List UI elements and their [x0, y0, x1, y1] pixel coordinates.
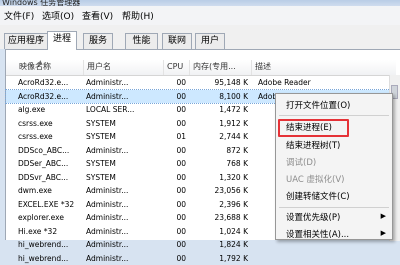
- cell-mem: 1,792 K: [190, 252, 248, 265]
- tab-applications[interactable]: 应用程序: [4, 33, 48, 49]
- cell-name: EXCEL.EXE *32: [18, 198, 84, 212]
- cell-cpu: 00: [166, 103, 186, 117]
- cell-mem: 872 K: [190, 144, 248, 158]
- cell-name: alg.exe: [18, 103, 84, 117]
- menu-item-set-priority[interactable]: 设置优先级(P): [286, 211, 340, 223]
- cell-name: hi_webrend...: [18, 252, 84, 265]
- cell-name: AcroRd32.e...: [18, 76, 84, 90]
- context-menu: 打开文件位置(O)结束进程(E)结束进程树(T)调试(D)UAC 虚拟化(V)创…: [275, 93, 393, 240]
- tab-processes[interactable]: 进程: [47, 31, 77, 50]
- cell-user: Administr...: [86, 144, 162, 158]
- cell-user: Administr...: [86, 252, 162, 265]
- menu-item-open-file-location[interactable]: 打开文件位置(O): [286, 99, 350, 111]
- tab-performance[interactable]: 性能: [125, 33, 158, 49]
- cell-user: Administr...: [86, 76, 162, 90]
- table-row[interactable]: AcroRd32.e...Administr... 00 95,148 K Adobe…: [6, 76, 396, 90]
- column-header: ▲ 映像名称 用户名 CPU 内存(专用... 描述: [6, 60, 396, 76]
- cell-cpu: 00: [166, 144, 186, 158]
- menu-view[interactable]: 查看(V): [82, 9, 113, 22]
- cell-mem: 2,744 K: [190, 130, 248, 144]
- cell-mem: 23,056 K: [190, 184, 248, 198]
- cell-cpu: 00: [166, 252, 186, 265]
- cell-cpu: 00: [166, 117, 186, 131]
- cell-user: LOCAL SER...: [86, 103, 162, 117]
- cell-mem: 95,148 K: [190, 76, 248, 90]
- menu-options[interactable]: 选项(O): [42, 9, 74, 22]
- cell-name: dwm.exe: [18, 184, 84, 198]
- cell-cpu: 00: [166, 184, 186, 198]
- cell-user: Administr...: [86, 238, 162, 252]
- cell-name: explorer.exe: [18, 211, 84, 225]
- cell-cpu: 00: [166, 211, 186, 225]
- menu-item-set-affinity[interactable]: 设置相关性(A)...: [286, 228, 349, 240]
- cell-user: Administr...: [86, 198, 162, 212]
- menu-help[interactable]: 帮助(H): [122, 9, 154, 22]
- cell-user: SYSTEM: [86, 157, 162, 171]
- sort-arrow-icon: ▲: [38, 60, 43, 70]
- cell-mem: 768 K: [190, 157, 248, 171]
- cell-cpu: 00: [166, 76, 186, 90]
- cell-mem: 8,100 K: [190, 90, 248, 104]
- cell-cpu: 00: [166, 171, 186, 185]
- table-row[interactable]: hi_webrend...Administr... 00 1,792 K: [6, 252, 396, 265]
- menu-item-debug: 调试(D): [286, 156, 316, 168]
- cell-cpu: 00: [166, 157, 186, 171]
- cell-mem: 1,024 K: [190, 225, 248, 239]
- submenu-arrow-icon: ▶: [381, 212, 386, 220]
- cell-name: DDSer_ABC...: [18, 157, 84, 171]
- menu-separator: [279, 115, 389, 116]
- cell-mem: 1,320 K: [190, 171, 248, 185]
- cell-user: Administr...: [86, 90, 162, 104]
- cell-cpu: 00: [166, 198, 186, 212]
- tab-services[interactable]: 服务: [83, 33, 113, 49]
- cell-user: Administr...: [86, 211, 162, 225]
- cell-name: csrss.exe: [18, 117, 84, 131]
- cell-user: SYSTEM: [86, 171, 162, 185]
- cell-name: csrss.exe: [18, 130, 84, 144]
- menu-item-create-dump-file[interactable]: 创建转储文件(C): [286, 190, 350, 202]
- cell-desc: [258, 238, 388, 252]
- col-username[interactable]: 用户名: [84, 60, 164, 75]
- table-row[interactable]: hi_webrend...Administr... 00 1,824 K: [6, 238, 396, 252]
- cell-mem: 2,396 K: [190, 198, 248, 212]
- col-cpu[interactable]: CPU: [164, 60, 190, 75]
- cell-cpu: 00: [166, 238, 186, 252]
- menu-separator: [279, 207, 389, 208]
- tab-users[interactable]: 用户: [195, 33, 225, 49]
- cell-user: Administr...: [86, 225, 162, 239]
- submenu-arrow-icon: ▶: [381, 229, 386, 237]
- cell-desc: [258, 252, 388, 265]
- cell-name: DDSvr_ABC...: [18, 171, 84, 185]
- menu-item-uac-virtualization: UAC 虚拟化(V): [286, 173, 344, 185]
- col-description[interactable]: 描述: [252, 60, 396, 75]
- menu-file[interactable]: 文件(F): [4, 9, 34, 22]
- cell-desc: Adobe Reader: [258, 76, 388, 90]
- col-image-name[interactable]: ▲ 映像名称: [16, 60, 84, 75]
- cell-user: SYSTEM: [86, 117, 162, 131]
- menu-bar: 文件(F) 选项(O) 查看(V) 帮助(H): [0, 6, 400, 26]
- menu-item-end-process-tree[interactable]: 结束进程树(T): [286, 139, 340, 151]
- cell-mem: 1,824 K: [190, 238, 248, 252]
- cell-cpu: 00: [166, 225, 186, 239]
- cell-cpu: 01: [166, 130, 186, 144]
- cell-user: Administr...: [86, 184, 162, 198]
- cell-mem: 1,912 K: [190, 117, 248, 131]
- highlight-box: [278, 119, 349, 137]
- cell-cpu: 00: [166, 90, 186, 104]
- tab-strip: 应用程序 进程 服务 性能 联网 用户: [0, 25, 400, 49]
- cell-name: hi_webrend...: [18, 238, 84, 252]
- tab-networking[interactable]: 联网: [162, 33, 192, 49]
- col-memory[interactable]: 内存(专用...: [190, 60, 252, 75]
- cell-mem: 23,688 K: [190, 211, 248, 225]
- cell-user: SYSTEM: [86, 130, 162, 144]
- cell-name: Hi.exe *32: [18, 225, 84, 239]
- cell-name: DDSco_ABC...: [18, 144, 84, 158]
- cell-mem: 1,472 K: [190, 103, 248, 117]
- cell-name: AcroRd32.e...: [18, 90, 84, 104]
